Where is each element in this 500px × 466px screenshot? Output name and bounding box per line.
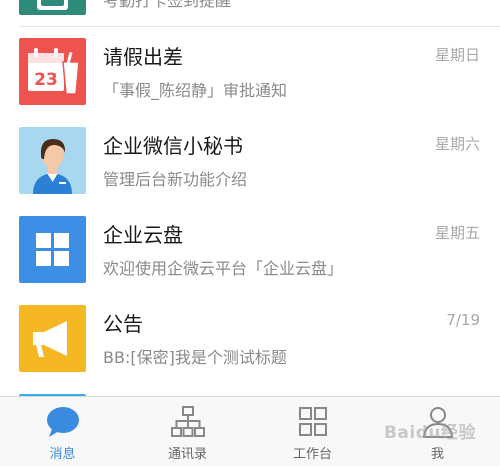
list-item-title: 请假出差 (103, 45, 183, 69)
list-item-title: 公告 (103, 312, 143, 336)
grid-icon (19, 216, 86, 283)
list-item[interactable]: 考勤打卡签到提醒 (0, 0, 500, 26)
svg-text:23: 23 (34, 70, 58, 90)
list-item-time: 7/19 (446, 311, 480, 329)
list-item[interactable]: 企业云盘 欢迎使用企微云平台「企业云盘」 星期五 (0, 205, 500, 294)
message-list: 考勤打卡签到提醒 23 请假出差 「事假_陈绍静」审批通知 星期日 企业微信小秘… (0, 0, 500, 396)
list-item-subtitle: 考勤打卡签到提醒 (103, 0, 232, 10)
attendance-icon (19, 0, 86, 15)
tab-messages[interactable]: 消息 (0, 397, 125, 466)
list-item-title: 企业云盘 (103, 223, 183, 247)
list-item[interactable] (0, 383, 500, 396)
list-item-title: 企业微信小秘书 (103, 134, 243, 158)
list-item[interactable]: 23 请假出差 「事假_陈绍静」审批通知 星期日 (0, 27, 500, 116)
list-item-time: 星期六 (434, 135, 480, 153)
tab-label: 我 (430, 447, 444, 462)
list-item-subtitle: 「事假_陈绍静」审批通知 (103, 81, 288, 100)
watermark: Baidu经验 (383, 423, 476, 443)
tab-label: 工作台 (292, 447, 332, 462)
tab-label: 通讯录 (167, 447, 207, 462)
list-item-subtitle: 管理后台新功能介绍 (103, 170, 248, 189)
tab-contacts[interactable]: 通讯录 (125, 397, 250, 466)
calendar-icon: 23 (19, 38, 86, 105)
list-item-time: 星期五 (434, 224, 480, 242)
list-item-time: 星期日 (434, 46, 480, 64)
list-item[interactable]: 企业微信小秘书 管理后台新功能介绍 星期六 (0, 116, 500, 205)
list-item-subtitle: BB:[保密]我是个测试标题 (103, 348, 287, 367)
tab-workbench[interactable]: 工作台 (250, 397, 375, 466)
org-chart-icon (170, 405, 206, 439)
list-item-subtitle: 欢迎使用企微云平台「企业云盘」 (103, 259, 344, 278)
tab-label: 消息 (49, 447, 76, 462)
assistant-avatar-icon (19, 127, 86, 194)
chat-bubble-icon (45, 405, 81, 439)
grid-icon (295, 405, 331, 439)
megaphone-icon (19, 305, 86, 372)
list-item[interactable]: 公告 BB:[保密]我是个测试标题 7/19 (0, 294, 500, 383)
